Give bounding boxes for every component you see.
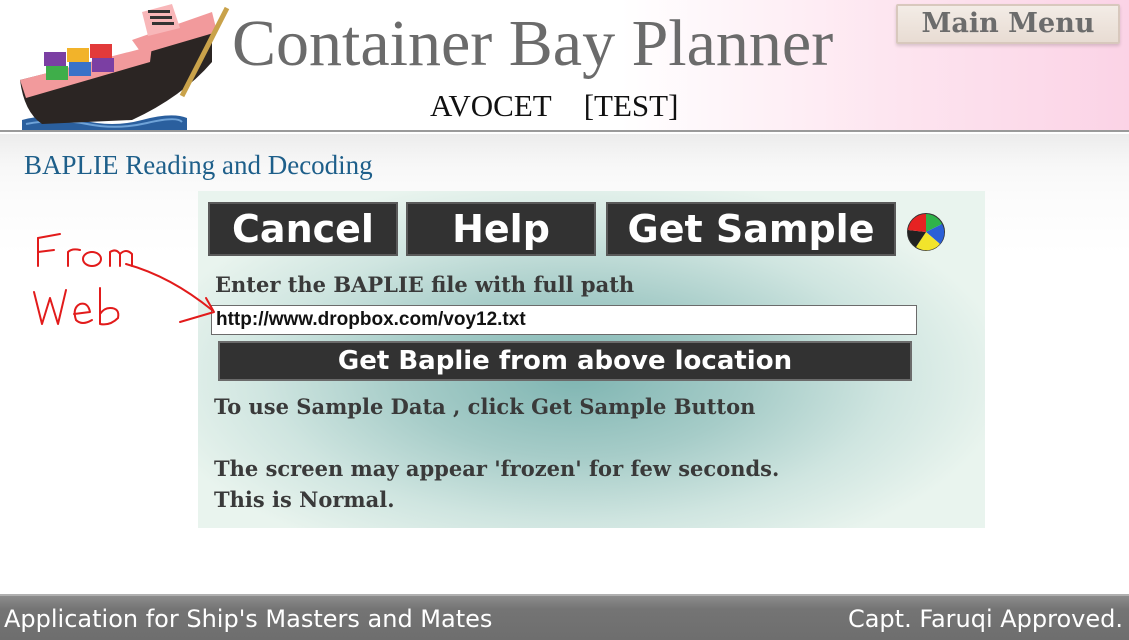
frozen-warning-line1: The screen may appear 'frozen' for few s… (214, 456, 780, 481)
frozen-warning-line2: This is Normal. (214, 487, 395, 512)
main-menu-button[interactable]: Main Menu (896, 4, 1120, 44)
file-path-label: Enter the BAPLIE file with full path (215, 272, 635, 297)
sample-hint-text: To use Sample Data , click Get Sample Bu… (214, 394, 756, 419)
get-baplie-button[interactable]: Get Baplie from above location (218, 341, 912, 381)
container-ship-logo (20, 4, 230, 130)
handwritten-annotation (33, 233, 215, 326)
cancel-button[interactable]: Cancel (208, 202, 398, 256)
section-title: BAPLIE Reading and Decoding (24, 150, 373, 180)
help-button[interactable]: Help (406, 202, 596, 256)
file-path-input[interactable] (211, 305, 917, 335)
mode-badge: [TEST] (583, 88, 679, 123)
vessel-line: AVOCET [TEST] (430, 88, 678, 124)
footer-tagline: Application for Ship's Masters and Mates (4, 605, 493, 633)
vessel-name: AVOCET (430, 88, 552, 123)
footer-approval: Capt. Faruqi Approved. (847, 605, 1123, 633)
pie-color-icon[interactable] (906, 212, 946, 252)
app-title: Container Bay Planner (232, 7, 834, 80)
get-sample-button[interactable]: Get Sample (606, 202, 896, 256)
